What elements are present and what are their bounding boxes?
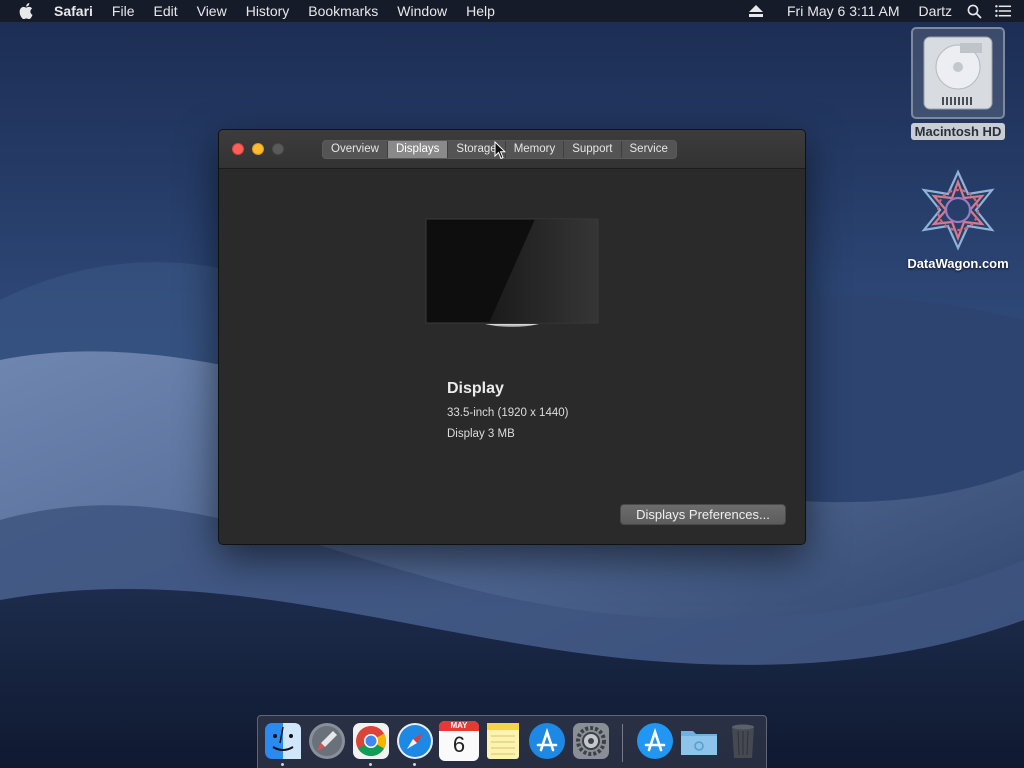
desktop-icon-datawagon[interactable]: DataWagon.com bbox=[898, 168, 1018, 271]
displays-preferences-button[interactable]: Displays Preferences... bbox=[620, 504, 786, 525]
menu-window[interactable]: Window bbox=[397, 0, 447, 22]
about-this-mac-window: Overview Displays Storage Memory Support… bbox=[218, 129, 806, 545]
dock-separator bbox=[622, 724, 623, 762]
tab-service[interactable]: Service bbox=[622, 141, 676, 158]
dock: MAY 6 bbox=[257, 715, 767, 768]
calendar-icon[interactable]: MAY 6 bbox=[439, 721, 479, 761]
menu-bar-extras: Fri May 6 3:11 AM Dartz bbox=[748, 0, 1024, 22]
calendar-month: MAY bbox=[439, 721, 479, 731]
notification-center-icon[interactable] bbox=[995, 3, 1011, 19]
window-titlebar[interactable]: Overview Displays Storage Memory Support… bbox=[219, 130, 805, 169]
display-size: 33.5-inch (1920 x 1440) bbox=[447, 407, 569, 419]
datawagon-label: DataWagon.com bbox=[907, 256, 1009, 271]
macintosh-hd-label: Macintosh HD bbox=[910, 123, 1006, 140]
trash-icon[interactable] bbox=[723, 721, 763, 761]
finder-icon[interactable] bbox=[263, 721, 303, 761]
finder-running-indicator bbox=[281, 763, 284, 766]
displays-panel: Display 33.5-inch (1920 x 1440) Display … bbox=[219, 170, 805, 544]
desktop-icon-macintosh-hd[interactable]: Macintosh HD bbox=[908, 27, 1008, 140]
zoom-button bbox=[272, 143, 284, 155]
app-store-stack-icon[interactable] bbox=[635, 721, 675, 761]
menu-user[interactable]: Dartz bbox=[919, 3, 952, 19]
chrome-running-indicator bbox=[369, 763, 372, 766]
app-store-icon[interactable] bbox=[527, 721, 567, 761]
tab-memory[interactable]: Memory bbox=[506, 141, 565, 158]
menu-bar: Safari File Edit View History Bookmarks … bbox=[0, 0, 1024, 22]
menu-app-safari[interactable]: Safari bbox=[54, 0, 93, 22]
tab-support[interactable]: Support bbox=[564, 141, 622, 158]
system-preferences-icon[interactable] bbox=[571, 721, 611, 761]
datawagon-logo-icon bbox=[921, 169, 995, 251]
menu-edit[interactable]: Edit bbox=[153, 0, 177, 22]
chrome-icon[interactable] bbox=[351, 721, 391, 761]
folder-icon[interactable] bbox=[679, 721, 719, 761]
eject-icon[interactable] bbox=[748, 5, 763, 17]
menu-clock[interactable]: Fri May 6 3:11 AM bbox=[787, 3, 900, 19]
menu-file[interactable]: File bbox=[112, 0, 135, 22]
mouse-cursor-icon bbox=[494, 141, 506, 160]
display-memory: Display 3 MB bbox=[447, 428, 515, 440]
notes-icon[interactable] bbox=[483, 721, 523, 761]
close-button[interactable] bbox=[232, 143, 244, 155]
display-icon bbox=[425, 218, 599, 327]
apple-icon[interactable] bbox=[19, 0, 37, 22]
menu-help[interactable]: Help bbox=[466, 0, 495, 22]
display-title: Display bbox=[447, 380, 504, 397]
menu-history[interactable]: History bbox=[246, 0, 290, 22]
minimize-button[interactable] bbox=[252, 143, 264, 155]
tab-displays[interactable]: Displays bbox=[387, 141, 449, 158]
menu-view[interactable]: View bbox=[197, 0, 227, 22]
safari-running-indicator bbox=[413, 763, 416, 766]
launchpad-icon[interactable] bbox=[307, 721, 347, 761]
safari-icon[interactable] bbox=[395, 721, 435, 761]
hard-drive-icon bbox=[911, 27, 1005, 119]
calendar-day: 6 bbox=[452, 732, 466, 757]
spotlight-icon[interactable] bbox=[966, 3, 982, 19]
menu-bookmarks[interactable]: Bookmarks bbox=[308, 0, 378, 22]
tab-overview[interactable]: Overview bbox=[323, 141, 388, 158]
